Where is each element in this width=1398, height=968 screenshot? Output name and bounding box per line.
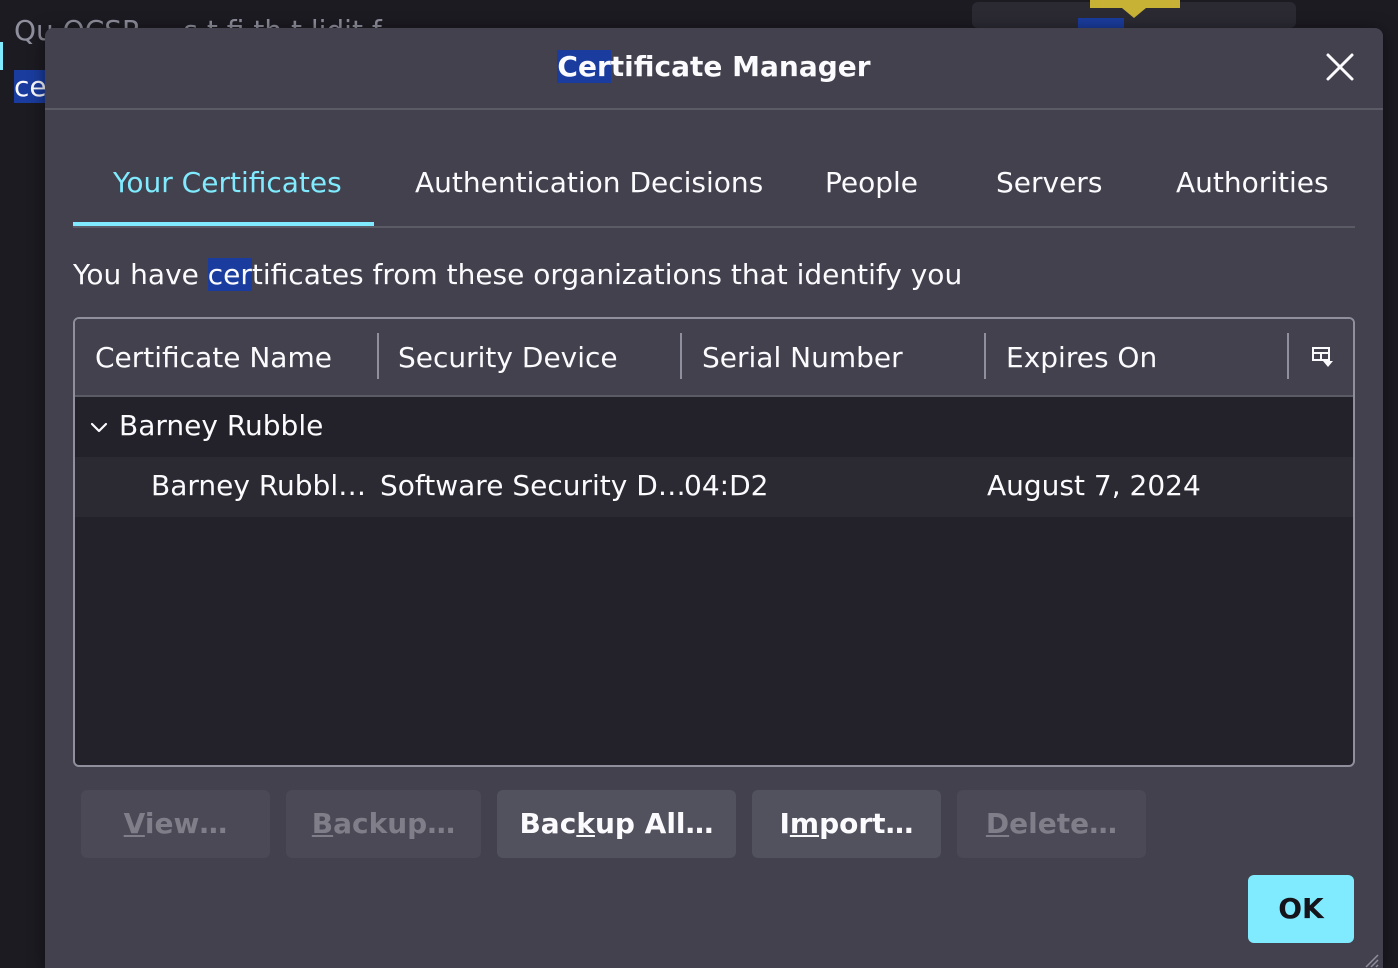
backup-all-accesskey: k [576,807,595,840]
tab-description: You have certificates from these organiz… [73,258,962,291]
description-text-end: tificates from these organizations that … [251,258,963,291]
tab-authentication-decisions[interactable]: Authentication Decisions [415,166,763,199]
backup-all-button[interactable]: Backup All… [497,790,736,858]
column-header-security-device[interactable]: Security Device [398,341,618,374]
resize-grip-icon[interactable] [1363,952,1379,968]
import-accesskey: m [789,807,820,840]
view-accesskey: V [123,807,145,840]
group-label: Barney Rubble [119,409,324,442]
import-button[interactable]: Import… [752,790,941,858]
column-picker-button[interactable] [1311,345,1335,369]
background-find-highlight [1078,18,1124,28]
delete-label-post: elete… [1009,807,1118,840]
delete-button[interactable]: Delete… [957,790,1146,858]
column-header-serial-number[interactable]: Serial Number [702,341,903,374]
column-splitter[interactable] [680,333,682,379]
tab-servers[interactable]: Servers [996,166,1102,199]
column-splitter[interactable] [377,333,379,379]
title-find-highlight: Cer [557,50,611,83]
chevron-down-icon[interactable] [89,417,109,437]
import-label-pre: I [779,807,790,840]
tab-your-certificates[interactable]: Your Certificates [113,166,342,199]
certificate-manager-dialog: Certificate Manager Your Certificates Au… [45,28,1383,968]
column-picker-icon [1312,347,1333,367]
view-button[interactable]: View… [81,790,270,858]
column-header-certificate-name[interactable]: Certificate Name [95,341,332,374]
title-text: tificate Manager [610,50,871,83]
active-tab-indicator [73,222,374,226]
tab-people[interactable]: People [825,166,918,199]
description-text-start: You have [73,258,208,291]
close-icon [1326,53,1354,81]
tab-strip: Your Certificates Authentication Decisio… [73,150,1355,228]
backup-accesskey: B [311,807,334,840]
dialog-titlebar: Certificate Manager [45,28,1383,110]
ok-button[interactable]: OK [1248,875,1354,943]
background-focus-marker [0,42,3,70]
import-label-post: port… [819,807,914,840]
column-splitter[interactable] [1287,333,1289,379]
delete-accesskey: D [985,807,1010,840]
cell-expires-on: August 7, 2024 [987,469,1201,502]
cell-security-device: Software Security D… [380,469,686,502]
dialog-title: Certificate Manager [45,50,1383,83]
view-label-post: iew… [144,807,228,840]
table-row[interactable]: Barney Rubbl… Software Security D… 04:D2… [75,457,1353,517]
tree-group-row[interactable]: Barney Rubble [75,397,1353,457]
cell-certificate-name: Barney Rubbl… [151,469,367,502]
close-button[interactable] [1323,50,1357,84]
background-find-marker [1090,0,1180,18]
background-page-highlight: ce [14,70,47,103]
tab-authorities[interactable]: Authorities [1176,166,1329,199]
backup-all-label-post: up All… [594,807,714,840]
certificate-tree[interactable]: Certificate Name Security Device Serial … [73,317,1355,767]
column-splitter[interactable] [984,333,986,379]
backup-all-label-pre: Bac [519,807,577,840]
cell-serial-number: 04:D2 [684,469,769,502]
backup-button[interactable]: Backup… [286,790,481,858]
description-find-highlight: cer [207,258,252,291]
backup-label-post: ackup… [333,807,456,840]
tree-header: Certificate Name Security Device Serial … [75,319,1353,397]
column-header-expires-on[interactable]: Expires On [1006,341,1157,374]
